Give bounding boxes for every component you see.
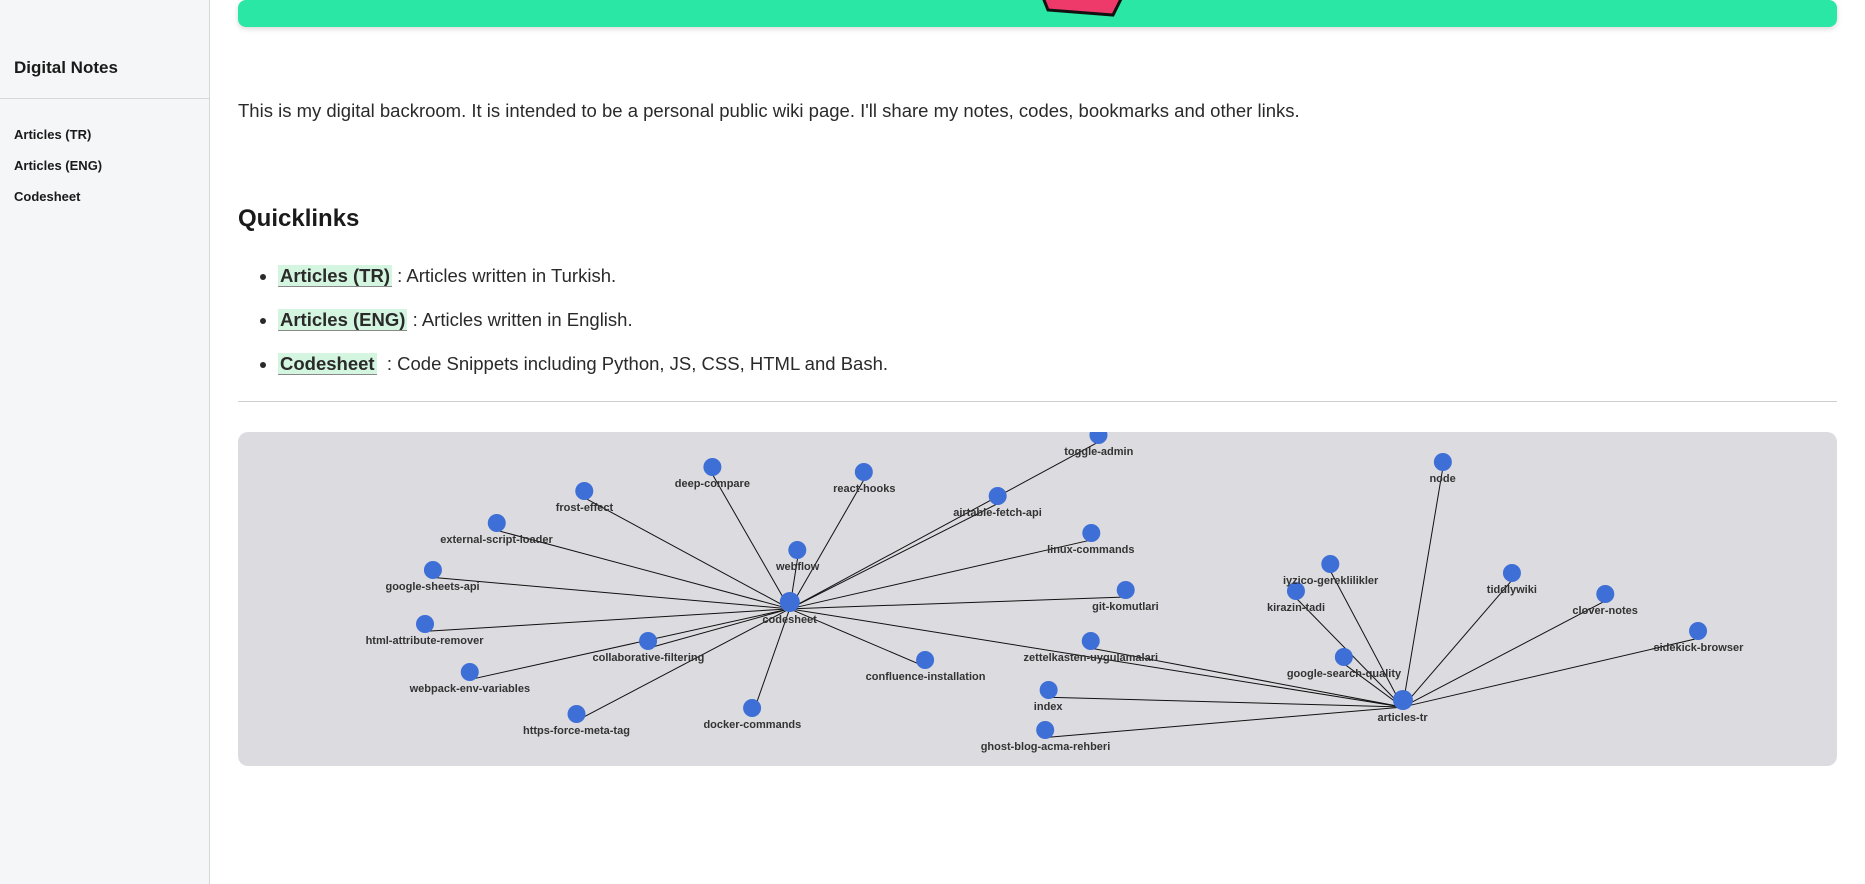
graph-node[interactable]: webpack-env-variables: [410, 663, 530, 695]
graph-node[interactable]: html-attribute-remover: [366, 615, 484, 647]
graph-node[interactable]: confluence-installation: [866, 651, 986, 683]
list-item: Articles (TR) : Articles written in Turk…: [278, 265, 1837, 287]
quicklink-desc: : Articles written in English.: [413, 309, 633, 330]
list-item: Codesheet : Code Snippets including Pyth…: [278, 353, 1837, 375]
graph-node[interactable]: sidekick-browser: [1653, 622, 1743, 654]
quicklink-articles-eng[interactable]: Articles (ENG): [278, 309, 407, 331]
sidebar-item-articles-tr[interactable]: Articles (TR): [14, 119, 195, 150]
list-item: Articles (ENG) : Articles written in Eng…: [278, 309, 1837, 331]
sidebar: Digital Notes Articles (TR) Articles (EN…: [0, 0, 210, 884]
graph-node[interactable]: codesheet: [762, 592, 816, 626]
graph-node[interactable]: ghost-blog-acma-rehberi: [981, 721, 1111, 753]
main-content: This is my digital backroom. It is inten…: [210, 0, 1865, 884]
sidebar-item-codesheet[interactable]: Codesheet: [14, 181, 195, 212]
knowledge-graph[interactable]: codesheet articles-tr toggle-admin node deep…: [238, 432, 1837, 766]
graph-node[interactable]: articles-tr: [1378, 690, 1428, 724]
graph-node[interactable]: react-hooks: [833, 463, 895, 495]
graph-node[interactable]: linux-commands: [1047, 524, 1134, 556]
intro-paragraph: This is my digital backroom. It is inten…: [238, 97, 1837, 125]
graph-node[interactable]: iyzico-gereklilikler: [1283, 555, 1378, 587]
site-title: Digital Notes: [14, 58, 195, 78]
sidebar-header: Digital Notes: [0, 0, 209, 99]
graph-node[interactable]: index: [1034, 681, 1063, 713]
graph-node[interactable]: google-search-quality: [1287, 648, 1401, 680]
quicklinks-heading: Quicklinks: [238, 205, 1837, 233]
graph-node[interactable]: git-komutlari: [1092, 581, 1159, 613]
graph-node[interactable]: zettelkasten-uygulamalari: [1024, 632, 1159, 664]
banner-decoration: [1018, 0, 1158, 27]
graph-node[interactable]: google-sheets-api: [385, 561, 479, 593]
quicklink-desc: : Code Snippets including Python, JS, CS…: [387, 353, 888, 374]
graph-nodes-layer: codesheet articles-tr toggle-admin node deep…: [238, 432, 1837, 766]
graph-node[interactable]: clover-notes: [1572, 585, 1637, 617]
graph-node[interactable]: https-force-meta-tag: [523, 705, 630, 737]
graph-node[interactable]: deep-compare: [675, 458, 750, 490]
graph-node[interactable]: collaborative-filtering: [592, 632, 704, 664]
quicklink-desc: : Articles written in Turkish.: [397, 265, 616, 286]
graph-node[interactable]: toggle-admin: [1064, 432, 1133, 458]
graph-node[interactable]: frost-effect: [556, 482, 613, 514]
divider: [238, 401, 1837, 402]
graph-node[interactable]: external-script-loader: [440, 514, 552, 546]
graph-node[interactable]: airtable-fetch-api: [953, 487, 1042, 519]
graph-node[interactable]: webflow: [776, 541, 819, 573]
sidebar-nav: Articles (TR) Articles (ENG) Codesheet: [0, 99, 209, 232]
sidebar-item-articles-eng[interactable]: Articles (ENG): [14, 150, 195, 181]
quicklink-articles-tr[interactable]: Articles (TR): [278, 265, 392, 287]
hero-banner: [238, 0, 1837, 27]
graph-node[interactable]: docker-commands: [703, 699, 801, 731]
quicklink-codesheet[interactable]: Codesheet: [278, 353, 377, 375]
graph-node[interactable]: node: [1429, 453, 1455, 485]
graph-node[interactable]: tiddlywiki: [1487, 564, 1537, 596]
quicklinks-list: Articles (TR) : Articles written in Turk…: [238, 265, 1837, 375]
